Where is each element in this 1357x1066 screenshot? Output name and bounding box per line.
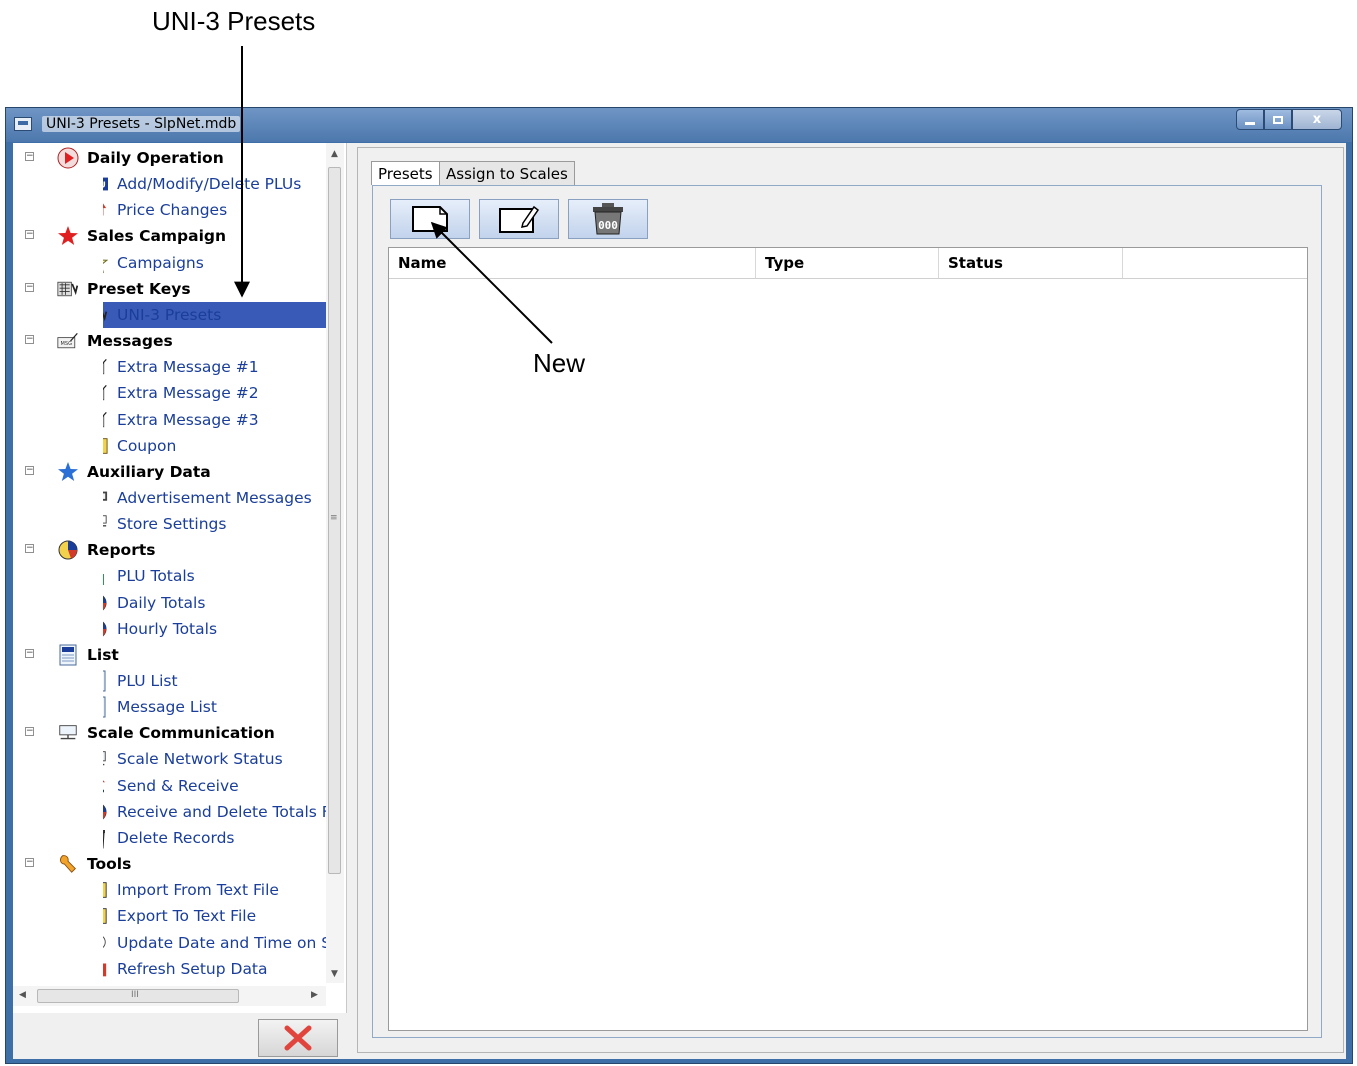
- arrow-to-new-button: [430, 221, 553, 344]
- annotation-arrows: [234, 46, 553, 344]
- callout-new: New: [533, 348, 586, 378]
